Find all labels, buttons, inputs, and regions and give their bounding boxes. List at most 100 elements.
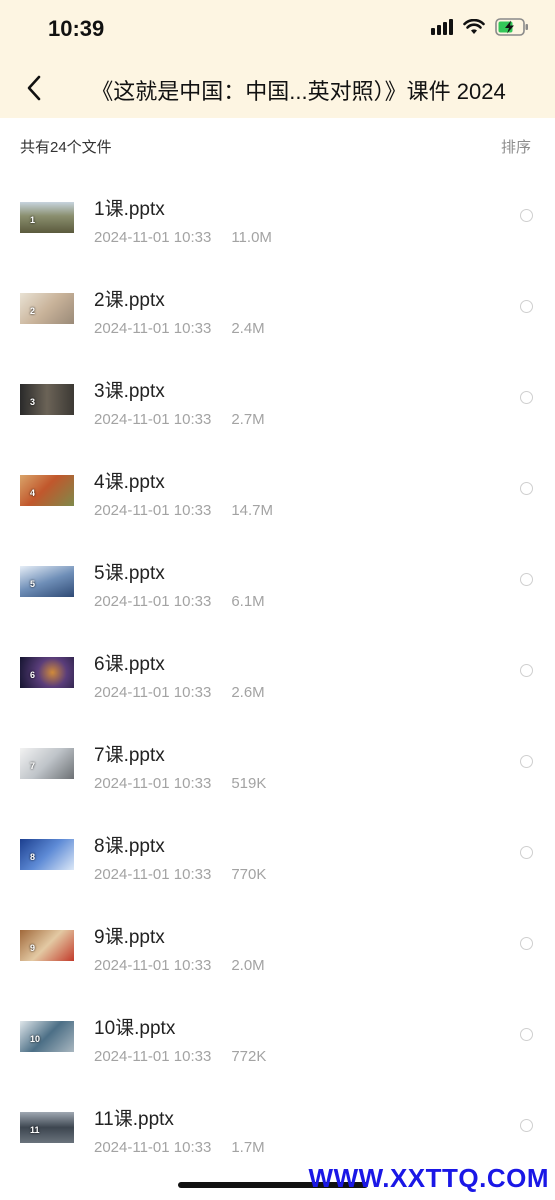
watermark: WWW.XXTTQ.COM [308,1163,549,1193]
select-radio[interactable] [520,755,533,768]
thumbnail-slide-number: 6 [30,670,36,680]
file-thumbnail: 8 [20,839,74,870]
file-name: 1课.pptx [94,199,165,220]
wifi-icon [463,19,485,34]
file-row[interactable]: 10 10课.pptx 2024-11-01 10:33 772K [0,991,555,1082]
file-size: 2.0M [231,957,265,974]
thumbnail-slide-number: 5 [30,579,36,589]
file-row[interactable]: 11 11课.pptx 2024-11-01 10:33 1.7M [0,1082,555,1173]
file-meta: 2024-11-01 10:33 2.7M [94,411,265,428]
file-date: 2024-11-01 10:33 [94,957,212,974]
file-row[interactable]: 5 5课.pptx 2024-11-01 10:33 6.1M [0,536,555,627]
file-date: 2024-11-01 10:33 [94,866,212,883]
file-meta: 2024-11-01 10:33 2.4M [94,320,265,337]
thumbnail-slide-number: 1 [30,215,36,225]
file-meta: 2024-11-01 10:33 6.1M [94,593,265,610]
file-thumbnail: 5 [20,566,74,597]
file-name: 3课.pptx [94,381,165,402]
file-date: 2024-11-01 10:33 [94,229,212,246]
file-date: 2024-11-01 10:33 [94,502,212,519]
file-thumbnail: 3 [20,384,74,415]
file-size: 11.0M [231,229,272,246]
select-radio[interactable] [520,1119,533,1132]
file-row[interactable]: 1 1课.pptx 2024-11-01 10:33 11.0M [0,172,555,263]
file-meta: 2024-11-01 10:33 11.0M [94,229,272,246]
file-meta: 2024-11-01 10:33 1.7M [94,1139,265,1156]
file-count-label: 共有24个文件 [20,139,112,156]
navigation-bar: 《这就是中国：中国...英对照）》课件 2024 [0,60,555,118]
file-name: 9课.pptx [94,927,165,948]
thumbnail-slide-number: 3 [30,397,36,407]
file-date: 2024-11-01 10:33 [94,411,212,428]
thumbnail-slide-number: 11 [30,1125,40,1135]
file-size: 519K [231,775,267,792]
status-time: 10:39 [48,16,105,41]
signal-icon [431,19,453,35]
select-radio[interactable] [520,391,533,404]
file-row[interactable]: 6 6课.pptx 2024-11-01 10:33 2.6M [0,627,555,718]
file-name: 8课.pptx [94,836,165,857]
file-name: 11课.pptx [94,1109,174,1130]
file-row[interactable]: 3 3课.pptx 2024-11-01 10:33 2.7M [0,354,555,445]
select-radio[interactable] [520,482,533,495]
file-meta: 2024-11-01 10:33 772K [94,1048,266,1065]
file-date: 2024-11-01 10:33 [94,593,212,610]
select-radio[interactable] [520,209,533,222]
thumbnail-slide-number: 2 [30,306,36,316]
file-size: 6.1M [231,593,265,610]
file-size: 1.7M [231,1139,265,1156]
file-thumbnail: 10 [20,1021,74,1052]
file-row[interactable]: 8 8课.pptx 2024-11-01 10:33 770K [0,809,555,900]
file-date: 2024-11-01 10:33 [94,1139,212,1156]
file-row[interactable]: 4 4课.pptx 2024-11-01 10:33 14.7M [0,445,555,536]
battery-charging-icon [495,18,528,36]
file-row[interactable]: 2 2课.pptx 2024-11-01 10:33 2.4M [0,263,555,354]
file-name: 5课.pptx [94,563,165,584]
sort-button[interactable]: 排序 [501,136,531,157]
select-radio[interactable] [520,573,533,586]
select-radio[interactable] [520,846,533,859]
select-radio[interactable] [520,1028,533,1041]
file-meta: 2024-11-01 10:33 2.6M [94,684,265,701]
file-date: 2024-11-01 10:33 [94,775,212,792]
file-size: 2.6M [231,684,265,701]
file-size: 772K [231,1048,267,1065]
file-meta: 2024-11-01 10:33 14.7M [94,502,273,519]
file-size: 14.7M [231,502,274,519]
file-name: 7课.pptx [94,745,165,766]
back-button[interactable] [14,68,54,108]
file-thumbnail: 2 [20,293,74,324]
file-meta: 2024-11-01 10:33 2.0M [94,957,265,974]
file-thumbnail: 6 [20,657,74,688]
file-list-toolbar: 共有24个文件 排序 [0,118,555,172]
file-meta: 2024-11-01 10:33 770K [94,866,266,883]
file-name: 2课.pptx [94,290,165,311]
file-name: 10课.pptx [94,1018,176,1039]
thumbnail-slide-number: 4 [30,488,36,498]
file-thumbnail: 9 [20,930,74,961]
file-thumbnail: 4 [20,475,74,506]
status-bar: 10:39 [0,0,555,60]
thumbnail-slide-number: 7 [30,761,36,771]
file-size: 2.4M [231,320,265,337]
file-date: 2024-11-01 10:33 [94,684,212,701]
select-radio[interactable] [520,664,533,677]
chevron-left-icon [27,75,41,101]
file-name: 4课.pptx [94,472,165,493]
file-thumbnail: 1 [20,202,74,233]
file-thumbnail: 11 [20,1112,74,1143]
file-row[interactable]: 9 9课.pptx 2024-11-01 10:33 2.0M [0,900,555,991]
select-radio[interactable] [520,300,533,313]
file-thumbnail: 7 [20,748,74,779]
select-radio[interactable] [520,937,533,950]
page-title: 《这就是中国：中国...英对照）》课件 2024 [91,79,506,104]
file-meta: 2024-11-01 10:33 519K [94,775,266,792]
file-name: 6课.pptx [94,654,165,675]
file-size: 770K [231,866,267,883]
file-size: 2.7M [231,411,265,428]
thumbnail-slide-number: 8 [30,852,36,862]
thumbnail-slide-number: 10 [30,1034,41,1044]
file-row[interactable]: 7 7课.pptx 2024-11-01 10:33 519K [0,718,555,809]
file-date: 2024-11-01 10:33 [94,1048,212,1065]
file-date: 2024-11-01 10:33 [94,320,212,337]
